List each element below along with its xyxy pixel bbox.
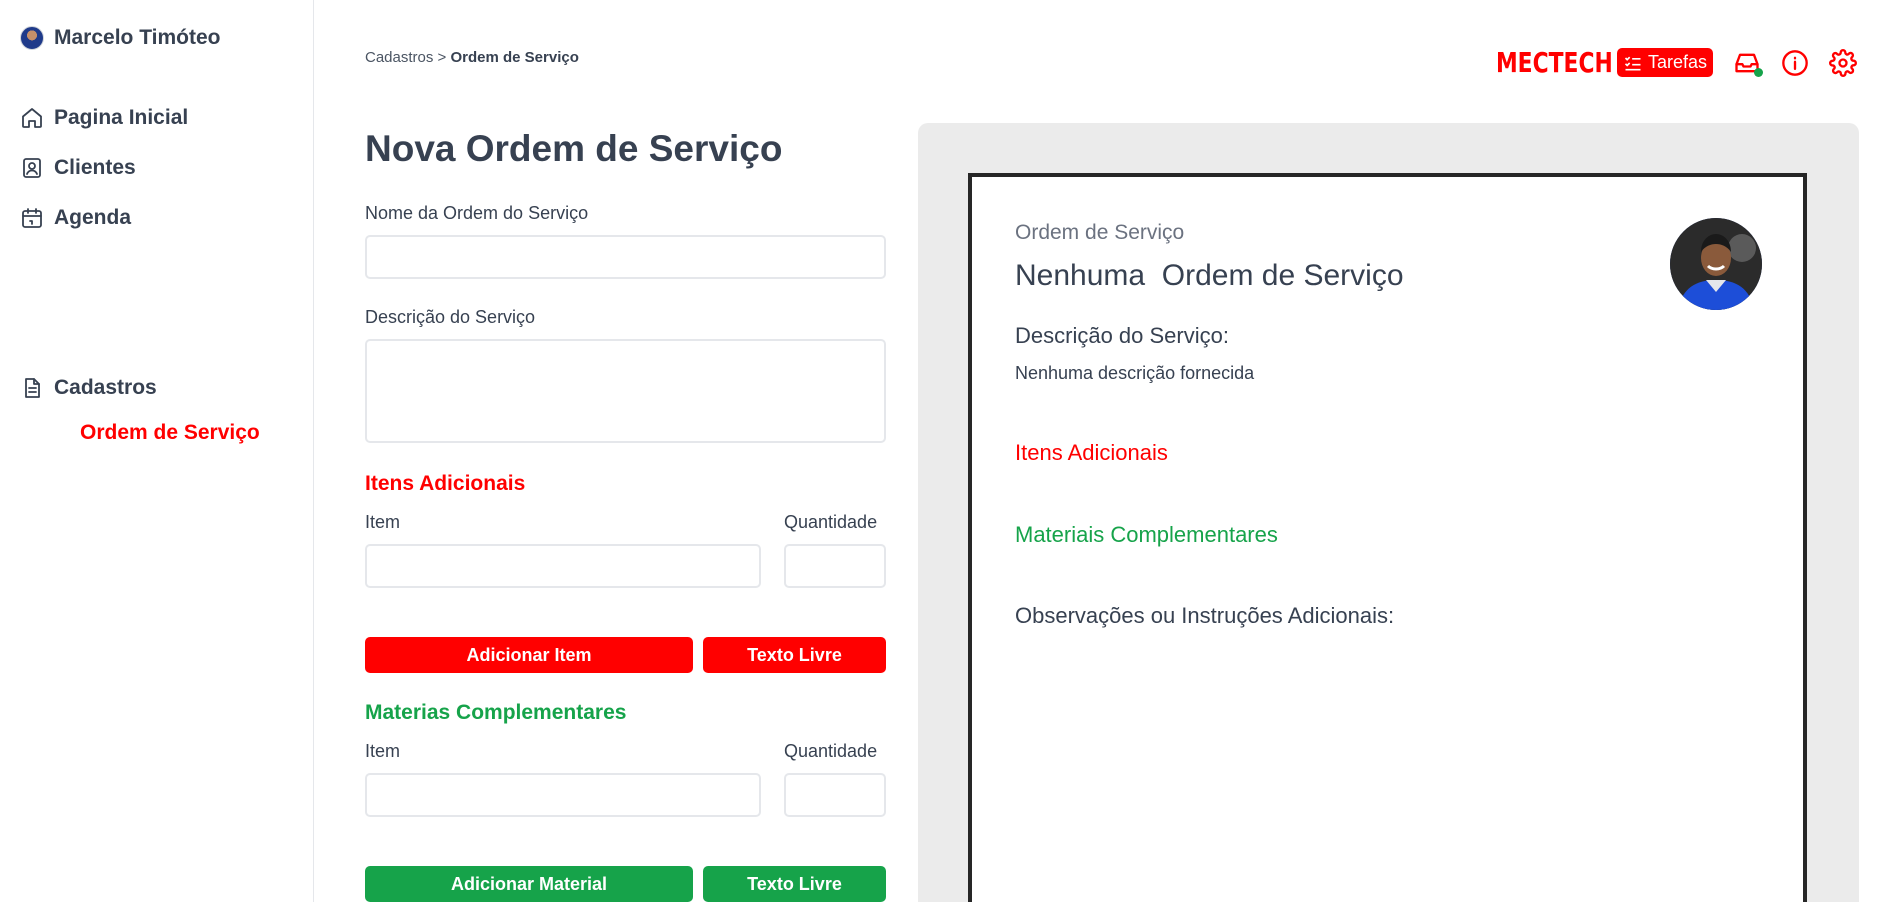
preview-materials-section: Materiais Complementares <box>1015 522 1278 547</box>
materials-free-text-button[interactable]: Texto Livre <box>703 866 886 902</box>
home-icon <box>22 108 42 128</box>
name-label: Nome da Ordem do Serviço <box>365 203 589 223</box>
tasks-label: Tarefas <box>1647 52 1707 72</box>
material-quantity-input[interactable] <box>784 773 886 817</box>
user-avatar <box>20 26 44 50</box>
free-text-button[interactable]: Texto Livre <box>703 637 886 673</box>
breadcrumb: Cadastros > Ordem de Serviço <box>365 49 579 66</box>
tasks-button[interactable]: Tarefas <box>1616 48 1713 77</box>
breadcrumb-current: Ordem de Serviço <box>450 49 579 66</box>
page-title: Nova Ordem de Serviço <box>365 128 783 169</box>
contact-icon <box>23 158 41 178</box>
inbox-button[interactable] <box>1733 49 1763 77</box>
brand-logo: MECTECH <box>1496 46 1613 79</box>
preview-description-label: Descrição do Serviço: <box>1015 323 1229 348</box>
sidebar: Marcelo Timóteo Pagina Inicial Clientes … <box>0 0 314 902</box>
item-input[interactable] <box>365 544 761 588</box>
sidebar-item-agenda[interactable]: Agenda <box>20 206 131 230</box>
service-name-input[interactable] <box>365 235 886 279</box>
document-icon <box>25 378 40 398</box>
sidebar-item-clientes[interactable]: Clientes <box>20 156 136 180</box>
items-section-title: Itens Adicionais <box>365 472 526 495</box>
quantity-label: Quantidade <box>784 512 878 532</box>
info-button[interactable] <box>1781 49 1809 77</box>
item-quantity-input[interactable] <box>784 544 886 588</box>
breadcrumb-parent[interactable]: Cadastros <box>365 49 433 66</box>
preview-subtitle: Ordem de Serviço <box>1015 221 1185 244</box>
breadcrumb-separator: > <box>437 49 447 66</box>
checklist-icon <box>1624 56 1641 70</box>
material-quantity-label: Quantidade <box>784 741 878 761</box>
notification-dot <box>1754 67 1763 77</box>
user-profile[interactable]: Marcelo Timóteo <box>20 26 220 50</box>
calendar-icon <box>22 208 42 228</box>
sidebar-item-label: Agenda <box>54 206 132 229</box>
service-description-textarea[interactable] <box>365 339 886 443</box>
preview-title: Nenhuma Ordem de Serviço <box>1015 259 1404 292</box>
preview-notes-label: Observações ou Instruções Adicionais: <box>1015 603 1395 628</box>
sidebar-subitem-ordem-de-servico[interactable]: Ordem de Serviço <box>80 421 260 445</box>
header-actions: MECTECH Tarefas <box>1463 46 1857 79</box>
preview-description-text: Nenhuma descrição fornecida <box>1015 363 1255 383</box>
sidebar-item-label: Cadastros <box>54 376 157 399</box>
info-icon <box>1782 49 1808 76</box>
preview-items-section: Itens Adicionais <box>1015 440 1168 465</box>
add-item-button[interactable]: Adicionar Item <box>365 637 693 673</box>
sidebar-item-pagina-inicial[interactable]: Pagina Inicial <box>20 106 188 130</box>
description-label: Descrição do Serviço <box>365 307 536 327</box>
item-label: Item <box>365 512 401 532</box>
preview-avatar <box>1670 218 1762 310</box>
user-name: Marcelo Timóteo <box>54 26 221 49</box>
material-input[interactable] <box>365 773 761 817</box>
sidebar-item-cadastros[interactable]: Cadastros <box>20 376 157 400</box>
settings-button[interactable] <box>1829 48 1857 77</box>
gear-icon <box>1829 48 1857 77</box>
person-photo-icon <box>1670 218 1762 310</box>
sidebar-item-label: Pagina Inicial <box>54 106 189 129</box>
material-item-label: Item <box>365 741 401 761</box>
materials-section-title: Materias Complementares <box>365 701 627 724</box>
add-material-button[interactable]: Adicionar Material <box>365 866 693 902</box>
sidebar-item-label: Clientes <box>54 156 136 179</box>
